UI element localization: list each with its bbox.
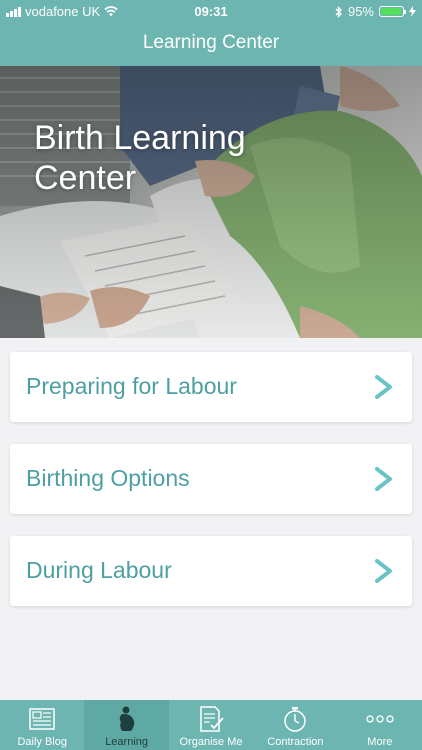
hospital-bed-photo (0, 66, 422, 338)
blog-icon (29, 708, 55, 730)
topic-label: During Labour (26, 557, 172, 583)
topic-birthing-options[interactable]: Birthing Options (10, 444, 412, 514)
status-bar: vodafone UK 09:31 95% (0, 0, 422, 22)
battery-icon (379, 6, 406, 17)
tab-learning[interactable]: Learning (84, 700, 169, 750)
topic-preparing-for-labour[interactable]: Preparing for Labour (10, 352, 412, 422)
hero-image: Birth Learning Center (0, 66, 422, 338)
page-title: Learning Center (142, 32, 280, 53)
more-icon (366, 715, 394, 723)
pregnancy-icon (119, 706, 134, 731)
learning-topics-list: Preparing for Labour Birthing Options Du… (10, 352, 412, 628)
topic-label: Birthing Options (26, 465, 190, 491)
navigation-bar: vodafone UK 09:31 95% Learning Center (0, 0, 422, 66)
checklist-icon (200, 706, 224, 732)
tab-daily-blog[interactable]: Daily Blog (0, 700, 84, 750)
tab-label: Learning (105, 736, 149, 748)
chevron-right-icon (375, 375, 392, 399)
tab-label: Organise Me (179, 736, 243, 748)
stopwatch-icon (284, 707, 307, 732)
tab-contraction[interactable]: Contraction (253, 700, 337, 750)
tab-organise-me[interactable]: Organise Me (169, 700, 253, 750)
tab-label: More (367, 736, 393, 748)
bluetooth-icon (335, 5, 342, 18)
tab-label: Daily Blog (17, 736, 67, 748)
tab-label: Contraction (267, 736, 324, 748)
topic-label: Preparing for Labour (26, 373, 237, 399)
chevron-right-icon (375, 559, 392, 583)
tab-more[interactable]: More (338, 700, 422, 750)
battery-percentage: 95% (347, 4, 374, 19)
tab-bar: Daily Blog Learning Organise Me Contract… (0, 700, 422, 750)
topic-during-labour[interactable]: During Labour (10, 536, 412, 606)
charging-icon (409, 6, 416, 17)
chevron-right-icon (375, 467, 392, 491)
hero-title: Birth Learning Center (34, 119, 246, 197)
